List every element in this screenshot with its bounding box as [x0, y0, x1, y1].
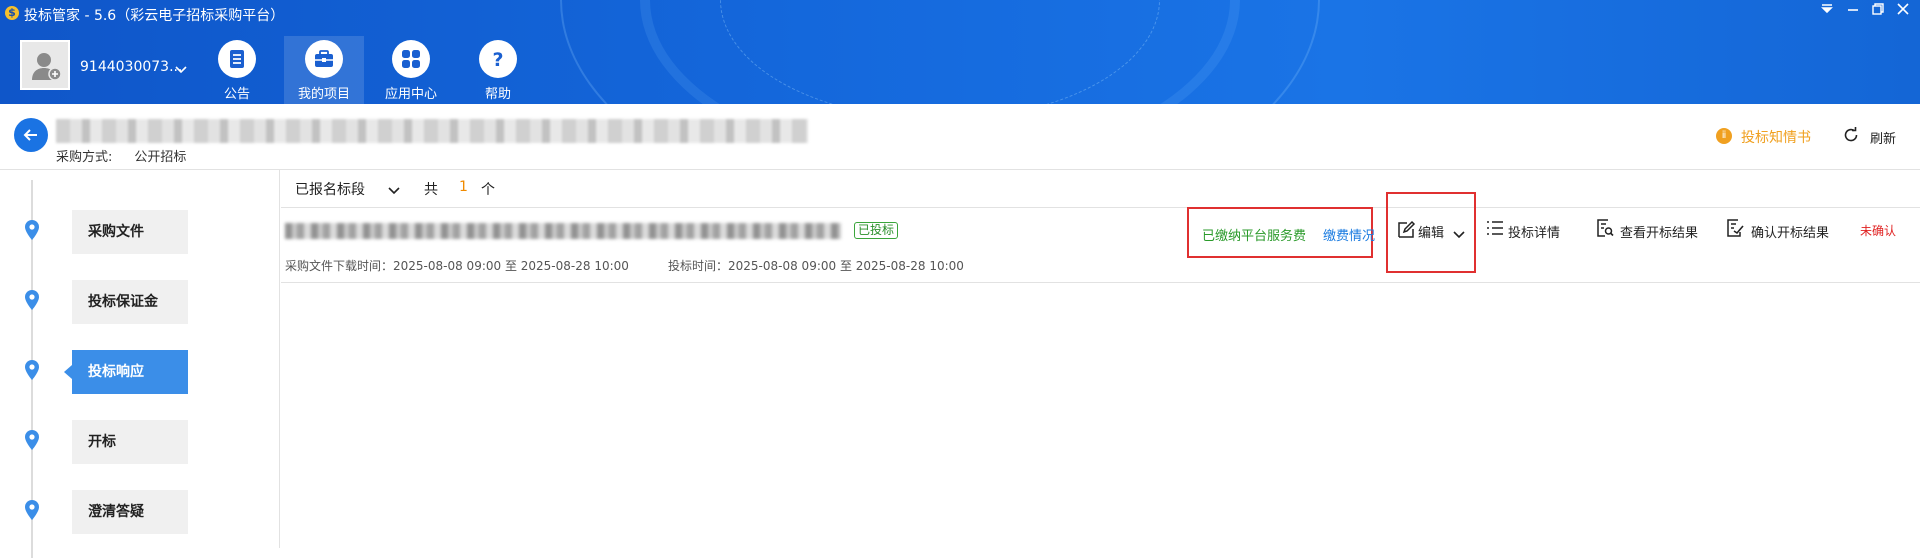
- chevron-down-icon[interactable]: [1452, 225, 1466, 244]
- total-count: 1: [459, 179, 468, 195]
- nav-label: 应用中心: [384, 87, 437, 102]
- project-header: 采购方式: 公开招标 ⅱ 投标知情书 刷新: [0, 104, 1920, 170]
- project-title-redacted: [56, 119, 808, 143]
- window-title: 投标管家 - 5.6（彩云电子招标采购平台）: [24, 8, 285, 24]
- refresh-button[interactable]: 刷新: [1870, 128, 1896, 147]
- step-procurement-docs[interactable]: 采购文件: [72, 210, 188, 254]
- help-icon: ?: [479, 40, 517, 78]
- nav-label: 帮助: [484, 87, 511, 102]
- app-logo-icon: $: [5, 6, 19, 20]
- app-header: $ 投标管家 - 5.6（彩云电子招标采购平台） 9144030073... 公…: [0, 0, 1920, 104]
- lot-name-redacted: [285, 223, 841, 239]
- apps-icon: [392, 40, 430, 78]
- step-sidebar: 采购文件 投标保证金 投标响应 开标 澄清答疑: [0, 170, 280, 558]
- refresh-icon[interactable]: [1842, 126, 1860, 148]
- status-badge: 已投标: [854, 222, 899, 239]
- close-icon[interactable]: [1892, 2, 1914, 20]
- purchase-method: 采购方式: 公开招标: [56, 146, 186, 165]
- nav-my-projects[interactable]: 我的项目: [284, 36, 364, 104]
- chevron-down-icon[interactable]: [175, 60, 187, 79]
- svg-text:?: ?: [492, 49, 503, 69]
- location-pin-icon: [24, 500, 40, 524]
- download-time: 采购文件下载时间：2025-08-08 09:00 至 2025-08-28 1…: [285, 259, 629, 273]
- search-document-icon[interactable]: [1596, 219, 1614, 241]
- notice-book-icon[interactable]: ⅱ: [1716, 128, 1732, 144]
- location-pin-icon: [24, 360, 40, 384]
- step-bid-response[interactable]: 投标响应: [64, 350, 188, 394]
- account-name[interactable]: 9144030073...: [80, 59, 182, 75]
- step-notch: [21, 170, 43, 180]
- total-label: 共: [424, 182, 438, 198]
- fee-info-link[interactable]: 缴费情况: [1323, 225, 1375, 244]
- lot-toolbar: 已报名标段 共 1 个: [281, 170, 1920, 208]
- bid-notice-book-link[interactable]: 投标知情书: [1741, 127, 1811, 147]
- location-pin-icon: [24, 430, 40, 454]
- nav-app-center[interactable]: 应用中心: [371, 40, 451, 102]
- list-icon[interactable]: [1486, 219, 1504, 241]
- fee-status: 已缴纳平台服务费: [1202, 229, 1307, 244]
- nav-notice[interactable]: 公告: [197, 40, 277, 102]
- lot-row: 已投标 采购文件下载时间：2025-08-08 09:00 至 2025-08-…: [281, 208, 1920, 283]
- dropdown-icon[interactable]: [1816, 2, 1838, 20]
- purchase-method-label: 采购方式:: [56, 150, 113, 165]
- edit-icon[interactable]: [1396, 220, 1416, 244]
- bid-detail-button[interactable]: 投标详情: [1508, 222, 1560, 241]
- notice-icon: [218, 40, 256, 78]
- location-pin-icon: [24, 220, 40, 244]
- purchase-method-value: 公开招标: [134, 150, 187, 165]
- nav-label: 我的项目: [297, 87, 350, 102]
- nav-help[interactable]: ? 帮助: [458, 40, 538, 102]
- step-clarification-qa[interactable]: 澄清答疑: [72, 490, 188, 534]
- confirm-status: 未确认: [1860, 224, 1897, 238]
- view-opening-result-button[interactable]: 查看开标结果: [1620, 222, 1698, 241]
- bid-time: 投标时间：2025-08-08 09:00 至 2025-08-28 10:00: [668, 259, 964, 273]
- edit-button[interactable]: 编辑: [1418, 222, 1444, 241]
- minimize-icon[interactable]: [1842, 2, 1864, 20]
- step-bid-bond[interactable]: 投标保证金: [72, 280, 188, 324]
- nav-label: 公告: [223, 87, 250, 102]
- briefcase-icon: [305, 40, 343, 78]
- chevron-down-icon[interactable]: [387, 181, 401, 200]
- confirm-document-icon[interactable]: [1726, 219, 1744, 241]
- back-button[interactable]: [14, 118, 48, 152]
- restore-icon[interactable]: [1867, 2, 1889, 20]
- confirm-opening-result-button[interactable]: 确认开标结果: [1751, 222, 1829, 241]
- segment-filter[interactable]: 已报名标段: [295, 179, 365, 199]
- total-unit: 个: [481, 182, 495, 198]
- avatar[interactable]: [20, 40, 70, 90]
- location-pin-icon: [24, 290, 40, 314]
- step-bid-opening[interactable]: 开标: [72, 420, 188, 464]
